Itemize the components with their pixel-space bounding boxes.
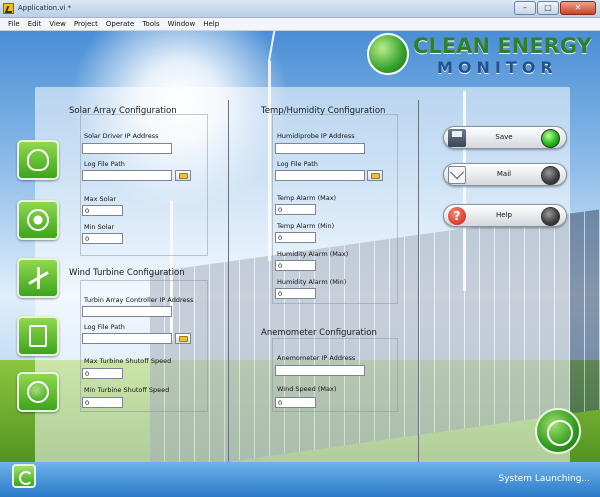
floppy-disk-icon	[448, 129, 466, 147]
save-status-led	[541, 129, 560, 148]
menu-project[interactable]: Project	[70, 18, 102, 30]
minimize-button[interactable]: –	[514, 1, 536, 15]
logo-title: CLEAN ENERGY	[413, 34, 592, 58]
status-message: System Launching...	[498, 474, 590, 484]
temp-alarm-min-input[interactable]	[275, 232, 316, 243]
anemometer-ip-label: Anemometer IP Address	[277, 354, 356, 362]
wind-speed-max-label: Wind Speed (Max)	[277, 385, 337, 393]
min-turbine-shutoff-label: Min Turbine Shutoff Speed	[84, 386, 170, 394]
nav-lighting-button[interactable]	[17, 140, 59, 180]
bulb-icon	[27, 149, 49, 171]
anemometer-config-title: Anemometer Configuration	[261, 328, 377, 338]
min-solar-label: Min Solar	[84, 223, 115, 231]
save-button[interactable]: Save	[443, 126, 567, 149]
nav-globe-button[interactable]	[17, 372, 59, 412]
menu-tools[interactable]: Tools	[138, 18, 163, 30]
temp-browse-button[interactable]	[367, 170, 383, 181]
close-button[interactable]: ✕	[560, 1, 596, 15]
humidiprobe-ip-label: Humidiprobe IP Address	[277, 132, 355, 140]
min-turbine-shutoff-input[interactable]	[82, 397, 123, 408]
window-title: Application.vi *	[18, 4, 72, 12]
solar-driver-ip-input[interactable]	[82, 143, 172, 154]
folder-icon	[179, 173, 188, 179]
solar-log-path-label: Log File Path	[84, 160, 125, 168]
mail-button-label: Mail	[496, 170, 512, 178]
humidity-alarm-min-label: Humidity Alarm (Min)	[277, 278, 347, 286]
title-bar: Application.vi * – □ ✕	[0, 0, 600, 18]
globe-leaf-icon	[27, 381, 49, 403]
menu-window[interactable]: Window	[164, 18, 200, 30]
folder-icon	[371, 173, 380, 179]
temp-alarm-max-label: Temp Alarm (Max)	[277, 194, 337, 202]
nav-recycle-button[interactable]	[17, 316, 59, 356]
logo-subtitle: MONITOR	[437, 58, 558, 77]
max-turbine-shutoff-label: Max Turbine Shutoff Speed	[84, 357, 172, 365]
temp-log-path-label: Log File Path	[277, 160, 318, 168]
save-button-label: Save	[495, 133, 513, 141]
nav-wind-button[interactable]	[17, 258, 59, 298]
temp-alarm-min-label: Temp Alarm (Min)	[277, 222, 335, 230]
folder-icon	[179, 336, 188, 342]
help-button-label: Help	[496, 211, 512, 219]
menu-operate[interactable]: Operate	[102, 18, 138, 30]
column-divider	[228, 100, 229, 462]
temp-alarm-max-input[interactable]	[275, 204, 316, 215]
wind-log-path-label: Log File Path	[84, 323, 125, 331]
turbine-controller-ip-label: Turbin Array Controller IP Address	[84, 296, 194, 304]
help-button[interactable]: ? Help	[443, 204, 567, 227]
question-mark-icon: ?	[448, 207, 466, 225]
menu-edit[interactable]: Edit	[24, 18, 46, 30]
menu-view[interactable]: View	[45, 18, 70, 30]
wind-speed-max-input[interactable]	[275, 397, 316, 408]
window-controls: – □ ✕	[514, 1, 596, 15]
solar-config-title: Solar Array Configuration	[69, 106, 177, 116]
humidity-alarm-max-input[interactable]	[275, 260, 316, 271]
mail-status-led	[541, 166, 560, 185]
clean-energy-logo: CLEAN ENERGY MONITOR	[367, 33, 597, 79]
wind-log-path-input[interactable]	[82, 333, 172, 344]
mail-button[interactable]: Mail	[443, 163, 567, 186]
humidity-alarm-min-input[interactable]	[275, 288, 316, 299]
envelope-icon	[448, 166, 466, 184]
anemometer-ip-input[interactable]	[275, 365, 365, 376]
max-turbine-shutoff-input[interactable]	[82, 368, 123, 379]
eco-globe-icon	[535, 408, 581, 454]
sun-icon	[27, 209, 49, 231]
maximize-button[interactable]: □	[537, 1, 559, 15]
min-solar-input[interactable]	[82, 233, 123, 244]
wind-config-title: Wind Turbine Configuration	[69, 268, 185, 278]
wind-turbine-icon	[27, 267, 49, 289]
solar-log-path-input[interactable]	[82, 170, 172, 181]
menu-help[interactable]: Help	[199, 18, 223, 30]
solar-browse-button[interactable]	[175, 170, 191, 181]
menu-file[interactable]: File	[4, 18, 24, 30]
help-status-led	[541, 207, 560, 226]
solar-driver-ip-label: Solar Driver IP Address	[84, 132, 159, 140]
humidity-alarm-max-label: Humidity Alarm (Max)	[277, 250, 349, 258]
globe-icon	[367, 33, 409, 75]
max-solar-input[interactable]	[82, 205, 123, 216]
temp-log-path-input[interactable]	[275, 170, 365, 181]
refresh-button[interactable]	[12, 464, 36, 488]
humidiprobe-ip-input[interactable]	[275, 143, 365, 154]
temp-humidity-config-title: Temp/Humidity Configuration	[261, 106, 386, 116]
max-solar-label: Max Solar	[84, 195, 117, 203]
column-divider	[418, 100, 419, 462]
menu-bar: File Edit View Project Operate Tools Win…	[0, 18, 600, 31]
turbine-controller-ip-input[interactable]	[82, 306, 172, 317]
nav-solar-button[interactable]	[17, 200, 59, 240]
labview-app-icon	[3, 3, 14, 14]
recycle-doc-icon	[29, 325, 47, 347]
wind-browse-button[interactable]	[175, 333, 191, 344]
